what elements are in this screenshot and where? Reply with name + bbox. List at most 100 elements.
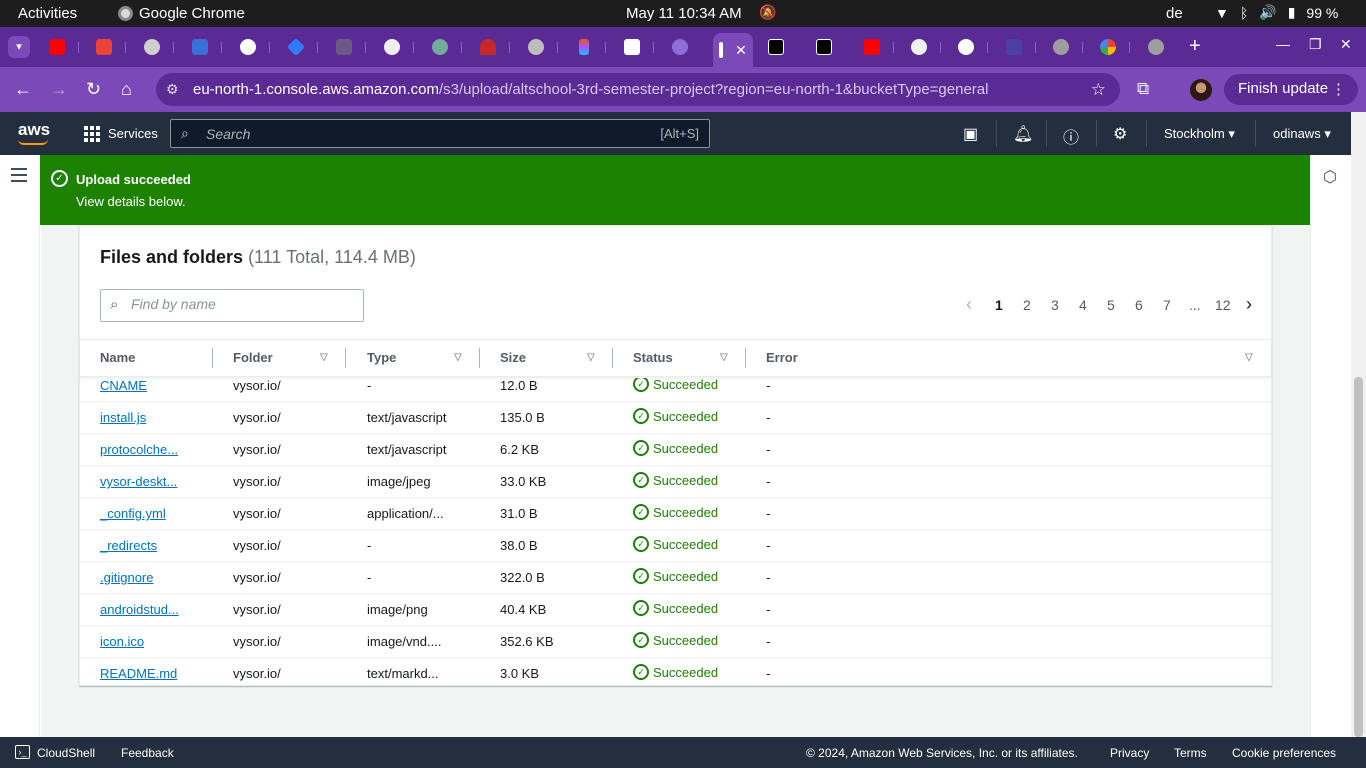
scrollbar-thumb[interactable] xyxy=(1354,377,1363,737)
tab-figma[interactable] xyxy=(573,37,595,57)
tab-page[interactable] xyxy=(285,37,307,57)
sort-icon[interactable]: ▽ xyxy=(454,352,462,363)
aws-logo[interactable]: aws xyxy=(18,120,50,145)
clock[interactable]: May 11 10:34 AM xyxy=(626,5,742,22)
file-name-link[interactable]: .gitignore xyxy=(100,570,153,585)
site-info-icon[interactable]: ⚙ xyxy=(166,81,179,98)
tab-page[interactable] xyxy=(525,37,547,57)
tab-medium[interactable] xyxy=(813,37,835,57)
file-name-link[interactable]: _redirects xyxy=(100,538,157,553)
privacy-link[interactable]: Privacy xyxy=(1110,746,1149,760)
file-name-link[interactable]: README.md xyxy=(100,666,177,681)
page-3[interactable]: 3 xyxy=(1051,297,1059,313)
tab-aws-s3-active[interactable]: ✕ xyxy=(713,33,753,67)
tab-page[interactable] xyxy=(141,37,163,57)
finish-update-button[interactable]: Finish update ⋮ xyxy=(1224,74,1358,105)
tab-chatgpt[interactable] xyxy=(429,37,451,57)
settings-gear-icon[interactable]: ⚙ xyxy=(1113,124,1127,144)
tab-page[interactable] xyxy=(189,37,211,57)
app-menu[interactable]: Google Chrome xyxy=(118,5,245,22)
reload-icon[interactable]: ↻ xyxy=(86,79,101,100)
page-7[interactable]: 7 xyxy=(1163,297,1171,313)
file-name-link[interactable]: icon.ico xyxy=(100,634,144,649)
cookie-preferences-link[interactable]: Cookie preferences xyxy=(1232,746,1336,760)
tab-github[interactable] xyxy=(381,37,403,57)
col-size[interactable]: Size xyxy=(500,350,526,365)
tab-medium[interactable] xyxy=(765,37,787,57)
tab-page[interactable] xyxy=(669,37,691,57)
tab-youtube[interactable] xyxy=(46,37,68,57)
terms-link[interactable]: Terms xyxy=(1174,746,1207,760)
services-menu[interactable]: Services xyxy=(108,126,158,141)
help-icon[interactable]: ⓘ xyxy=(1063,124,1079,148)
region-selector[interactable]: Stockholm ▾ xyxy=(1164,126,1235,142)
tab-page[interactable] xyxy=(237,37,259,57)
col-folder[interactable]: Folder xyxy=(233,350,273,365)
next-page-icon[interactable]: › xyxy=(1246,294,1252,315)
activities-button[interactable]: Activities xyxy=(18,5,77,22)
forward-arrow-icon[interactable]: → xyxy=(50,79,68,100)
bell-icon[interactable]: 🔔︎ xyxy=(1013,124,1033,144)
home-icon[interactable]: ⌂ xyxy=(121,79,132,100)
page-2[interactable]: 2 xyxy=(1023,297,1031,313)
sort-icon[interactable]: ▽ xyxy=(720,352,728,363)
find-by-name-input[interactable] xyxy=(131,296,351,312)
tab-google[interactable] xyxy=(1097,37,1119,57)
url-text[interactable]: eu-north-1.console.aws.amazon.com/s3/upl… xyxy=(193,81,988,98)
prev-page-icon[interactable]: ‹ xyxy=(966,294,972,315)
column-resizer[interactable] xyxy=(212,348,213,368)
file-name-link[interactable]: CNAME xyxy=(100,378,147,393)
sort-icon[interactable]: ▽ xyxy=(587,352,595,363)
tab-page[interactable] xyxy=(1145,37,1167,57)
page-1[interactable]: 1 xyxy=(995,297,1003,313)
maximize-icon[interactable]: ❐ xyxy=(1309,36,1322,53)
close-window-icon[interactable]: ✕ xyxy=(1340,36,1352,53)
new-tab-button[interactable]: + xyxy=(1189,35,1201,58)
info-panel-hexagon-icon[interactable]: ⬡ xyxy=(1323,167,1337,187)
tab-page[interactable] xyxy=(1050,37,1072,57)
page-12[interactable]: 12 xyxy=(1215,297,1231,313)
profile-avatar[interactable] xyxy=(1190,79,1212,101)
cloudshell-icon[interactable]: ▣ xyxy=(963,124,978,144)
tab-page[interactable] xyxy=(333,37,355,57)
system-tray[interactable]: ▼ ᛒ 🔊 ▮ 99 % xyxy=(1215,4,1338,21)
tab-youtube[interactable] xyxy=(861,37,883,57)
page-scrollbar[interactable] xyxy=(1351,112,1366,737)
sort-icon[interactable]: ▽ xyxy=(320,352,328,363)
file-name-link[interactable]: install.js xyxy=(100,410,146,425)
tab-page[interactable] xyxy=(1003,37,1025,57)
col-name[interactable]: Name xyxy=(100,350,135,365)
hamburger-menu-icon[interactable] xyxy=(11,168,27,186)
sort-icon[interactable]: ▽ xyxy=(1245,352,1253,363)
bookmark-star-icon[interactable]: ☆ xyxy=(1091,80,1106,100)
find-by-name-field[interactable]: ⌕ xyxy=(100,289,364,322)
back-arrow-icon[interactable]: ← xyxy=(14,79,32,100)
minimize-icon[interactable]: — xyxy=(1276,36,1290,52)
extensions-icon[interactable]: ⧉ xyxy=(1137,79,1149,99)
cloudshell-link[interactable]: CloudShell xyxy=(37,746,95,760)
cloudshell-icon[interactable]: ›_ xyxy=(15,745,30,759)
tab-github[interactable] xyxy=(908,37,930,57)
file-name-link[interactable]: protocolche... xyxy=(100,442,178,457)
page-5[interactable]: 5 xyxy=(1107,297,1115,313)
col-status[interactable]: Status xyxy=(633,350,673,365)
file-name-link[interactable]: androidstud... xyxy=(100,602,179,617)
page-4[interactable]: 4 xyxy=(1079,297,1087,313)
aws-search-bar[interactable]: ⌕ Search [Alt+S] xyxy=(170,119,710,148)
address-bar[interactable]: ⚙ eu-north-1.console.aws.amazon.com/s3/u… xyxy=(156,73,1120,106)
close-tab-icon[interactable]: ✕ xyxy=(735,42,747,59)
keyboard-layout[interactable]: de xyxy=(1166,5,1183,22)
tab-page[interactable] xyxy=(955,37,977,57)
page-6[interactable]: 6 xyxy=(1135,297,1143,313)
account-menu[interactable]: odinaws ▾ xyxy=(1273,126,1331,142)
column-resizer[interactable] xyxy=(612,348,613,368)
tab-search-button[interactable]: ▾ xyxy=(8,36,30,58)
col-type[interactable]: Type xyxy=(367,350,396,365)
services-grid-icon[interactable] xyxy=(84,126,100,142)
column-resizer[interactable] xyxy=(345,348,346,368)
column-resizer[interactable] xyxy=(745,348,746,368)
file-name-link[interactable]: _config.yml xyxy=(100,506,166,521)
tab-wikipedia[interactable] xyxy=(621,37,643,57)
tab-gmail[interactable] xyxy=(93,37,115,57)
column-resizer[interactable] xyxy=(479,348,480,368)
